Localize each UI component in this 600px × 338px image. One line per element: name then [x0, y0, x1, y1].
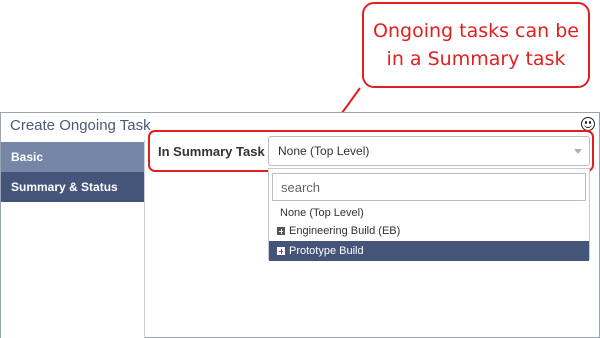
option-label: Prototype Build [289, 245, 364, 257]
option-prototype-build[interactable]: Prototype Build [269, 241, 589, 261]
sidebar-item-label: Summary & Status [11, 180, 118, 194]
option-none-top-level[interactable]: None (Top Level) [269, 203, 589, 223]
sidebar-item-summary-status[interactable]: Summary & Status [1, 172, 144, 202]
expand-plus-icon[interactable] [277, 227, 285, 235]
window-title: Create Ongoing Task [10, 117, 151, 134]
summary-task-dropdown: None (Top Level) Engineering Build (EB) … [268, 168, 590, 261]
search-input[interactable] [272, 173, 586, 201]
option-label: Engineering Build (EB) [289, 225, 401, 237]
callout-line-1: Ongoing tasks can be [373, 20, 579, 42]
option-label: None (Top Level) [280, 207, 364, 219]
sidebar-item-basic[interactable]: Basic [1, 142, 144, 172]
selected-value: None (Top Level) [278, 144, 370, 158]
callout-annotation: Ongoing tasks can be in a Summary task [362, 2, 590, 88]
chevron-down-icon [574, 149, 582, 154]
sidebar-item-label: Basic [11, 150, 44, 164]
sidebar: Basic Summary & Status [1, 140, 145, 338]
expand-plus-icon[interactable] [277, 247, 285, 255]
smiley-icon[interactable] [581, 117, 595, 131]
option-engineering-build[interactable]: Engineering Build (EB) [269, 221, 589, 241]
callout-line-2: in a Summary task [386, 48, 566, 70]
summary-task-select[interactable]: None (Top Level) [268, 136, 590, 166]
summary-task-label: In Summary Task [158, 144, 265, 159]
